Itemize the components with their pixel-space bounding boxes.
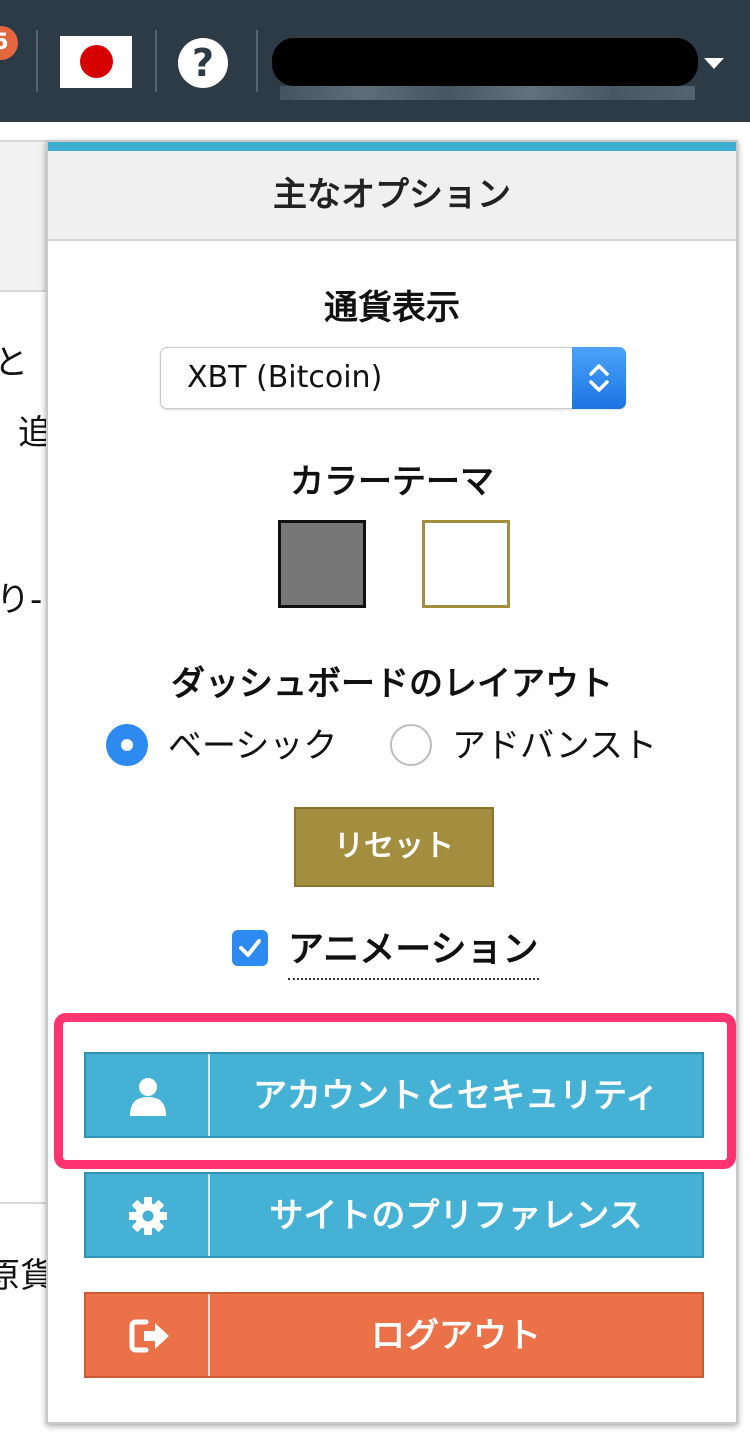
radio-advanced[interactable] xyxy=(390,724,432,766)
background-divider xyxy=(0,290,46,292)
radio-advanced-label[interactable]: アドバンスト xyxy=(452,722,657,770)
account-security-label: アカウントとセキュリティ xyxy=(253,1076,659,1116)
user-icon xyxy=(130,1078,166,1116)
background-text: と xyxy=(0,343,28,383)
user-account-menu-redacted[interactable] xyxy=(272,38,698,86)
flag-sun xyxy=(80,45,113,78)
background-header-strip xyxy=(0,140,46,290)
divider xyxy=(155,30,157,92)
logout-icon xyxy=(129,1319,169,1353)
top-navigation-bar: 5 ? xyxy=(0,0,750,122)
dashboard-layout-label: ダッシュボードのレイアウト xyxy=(171,664,613,704)
animation-checkbox[interactable] xyxy=(232,930,268,966)
site-preferences-label: サイトのプリファレンス xyxy=(269,1196,643,1236)
currency-selected-value: XBT (Bitcoin) xyxy=(187,360,383,395)
logout-button[interactable]: ログアウト xyxy=(84,1292,704,1378)
gear-icon xyxy=(129,1197,167,1235)
dropdown-title: 主なオプション xyxy=(48,151,736,241)
panel-accent-line xyxy=(48,142,736,151)
divider xyxy=(256,30,258,92)
currency-select[interactable]: XBT (Bitcoin) xyxy=(160,347,626,409)
color-theme-label: カラーテーマ xyxy=(290,462,494,502)
user-icon-cell xyxy=(86,1054,210,1136)
notification-badge[interactable]: 5 xyxy=(0,26,18,60)
account-security-button[interactable]: アカウントとセキュリティ xyxy=(84,1052,704,1138)
chevron-down-icon[interactable] xyxy=(704,58,724,69)
help-icon[interactable]: ? xyxy=(178,38,228,88)
radio-basic[interactable] xyxy=(106,724,148,766)
site-preferences-button[interactable]: サイトのプリファレンス xyxy=(84,1172,704,1258)
japan-flag-icon[interactable] xyxy=(60,36,132,88)
gear-icon-cell xyxy=(86,1174,210,1256)
radio-basic-label[interactable]: ベーシック xyxy=(168,722,337,770)
reset-button[interactable]: リセット xyxy=(294,807,494,887)
animation-label[interactable]: アニメーション xyxy=(288,920,539,980)
background-text: り- xyxy=(0,580,43,620)
theme-swatch-dark[interactable] xyxy=(278,520,366,608)
divider xyxy=(36,30,38,92)
select-arrows-icon[interactable] xyxy=(572,347,626,409)
redacted-username xyxy=(280,86,695,100)
logout-icon-cell xyxy=(86,1294,210,1376)
theme-swatch-light[interactable] xyxy=(422,520,510,608)
background-divider xyxy=(0,1202,46,1204)
currency-display-label: 通貨表示 xyxy=(324,288,460,328)
logout-label: ログアウト xyxy=(371,1316,541,1356)
